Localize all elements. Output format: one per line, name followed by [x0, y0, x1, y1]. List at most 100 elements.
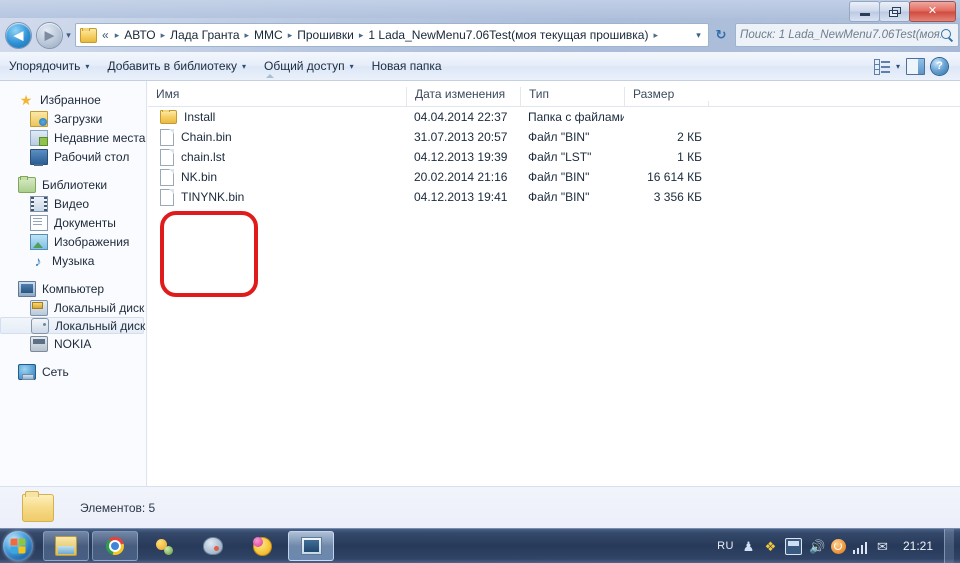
- key-icon[interactable]: ❖: [763, 539, 778, 554]
- view-dropdown-icon[interactable]: ▾: [896, 62, 900, 71]
- sidebar-item-nokia[interactable]: NOKIA: [0, 334, 146, 353]
- refresh-button[interactable]: ↻: [709, 27, 733, 43]
- taskbar-button-paint-app[interactable]: [190, 531, 236, 561]
- chevron-down-icon: ▾: [85, 61, 90, 71]
- file-date-cell: 20.02.2014 21:16: [414, 170, 508, 184]
- preview-pane-icon[interactable]: [906, 57, 925, 75]
- column-header-name[interactable]: Имя: [148, 74, 406, 106]
- sort-ascending-icon: [266, 74, 274, 78]
- sidebar-item-desktop[interactable]: Рабочий стол: [0, 147, 146, 166]
- clock[interactable]: 21:21: [903, 539, 933, 553]
- address-bar[interactable]: « ▸ АВТО ▸ Лада Гранта ▸ ММС ▸ Прошивки …: [75, 23, 709, 47]
- chevron-down-icon: ▾: [241, 61, 246, 71]
- view-mode-icon[interactable]: [873, 59, 890, 75]
- table-row[interactable]: NK.bin 20.02.2014 21:16 Файл "BIN" 16 61…: [148, 167, 960, 187]
- drive-icon: [31, 317, 49, 334]
- sidebar-label: Компьютер: [42, 281, 105, 296]
- new-folder-label: Новая папка: [371, 59, 442, 73]
- forward-button[interactable]: ▶: [37, 22, 62, 48]
- sidebar-item-documents[interactable]: Документы: [0, 213, 146, 232]
- search-box[interactable]: Поиск: 1 Lada_NewMenu7.06Test(моя...: [735, 23, 959, 47]
- desktop-icon: [30, 148, 48, 166]
- network-icon: [18, 363, 36, 380]
- sidebar-label: Локальный диск (D: [55, 318, 146, 333]
- start-button[interactable]: [3, 531, 33, 561]
- file-date-cell: 04.12.2013 19:39: [414, 150, 508, 164]
- sidebar-label: Избранное: [40, 92, 101, 107]
- breadcrumb-item-1[interactable]: АВТО: [123, 28, 156, 42]
- notification-bell-icon[interactable]: ♟: [741, 539, 756, 554]
- file-type-cell: Файл "BIN": [528, 130, 590, 144]
- sidebar-label: Изображения: [54, 234, 130, 249]
- breadcrumb: « ▸ АВТО ▸ Лада Гранта ▸ ММС ▸ Прошивки …: [76, 27, 689, 43]
- back-button[interactable]: ◀: [6, 22, 31, 48]
- file-name-cell[interactable]: chain.lst: [148, 148, 406, 166]
- breadcrumb-item-5[interactable]: 1 Lada_NewMenu7.06Test(моя текущая проши…: [367, 28, 649, 42]
- sidebar-label: Локальный диск (C: [54, 300, 146, 315]
- sidebar-item-music[interactable]: ♪ Музыка: [0, 251, 146, 270]
- column-header-size[interactable]: Размер: [624, 87, 708, 106]
- table-row[interactable]: TINYNK.bin 04.12.2013 19:41 Файл "BIN" 3…: [148, 187, 960, 207]
- sidebar-item-recent-places[interactable]: Недавние места: [0, 128, 146, 147]
- breadcrumb-separator-icon: ▸: [114, 29, 120, 40]
- pink-circle-icon: [252, 536, 272, 556]
- breadcrumb-trailing-caret-icon[interactable]: ▸: [649, 30, 662, 41]
- file-name: Chain.bin: [181, 130, 232, 144]
- envelope-icon[interactable]: ✉: [875, 539, 890, 554]
- address-dropdown-button[interactable]: ▾: [689, 30, 708, 41]
- sidebar-label: Сеть: [42, 364, 69, 379]
- favorites-group: ★ Избранное Загрузки Недавние места Рабо…: [0, 90, 146, 166]
- taskbar-button-orange-app[interactable]: [141, 531, 187, 561]
- speaker-icon[interactable]: 🔊: [809, 539, 825, 554]
- search-input[interactable]: Поиск: 1 Lada_NewMenu7.06Test(моя...: [740, 29, 941, 41]
- signal-bars-icon[interactable]: [852, 539, 868, 554]
- help-icon[interactable]: ?: [931, 57, 948, 75]
- taskbar-button-active-window[interactable]: [288, 531, 334, 561]
- sidebar-label: Библиотеки: [42, 177, 108, 192]
- file-name-cell[interactable]: Install: [148, 110, 406, 124]
- status-bar: Элементов: 5: [0, 486, 960, 529]
- breadcrumb-item-4[interactable]: Прошивки: [296, 28, 355, 42]
- column-header-date[interactable]: Дата изменения: [406, 87, 520, 106]
- title-bar[interactable]: ✕: [0, 0, 960, 22]
- network-group: Сеть: [0, 362, 146, 381]
- sidebar-item-local-disk-c[interactable]: Локальный диск (C: [0, 298, 146, 317]
- column-header-type[interactable]: Тип: [520, 87, 624, 106]
- sidebar-item-favorites[interactable]: ★ Избранное: [0, 90, 146, 109]
- organize-button[interactable]: Упорядочить ▾: [0, 55, 98, 77]
- file-name-cell[interactable]: NK.bin: [148, 168, 406, 186]
- language-indicator[interactable]: RU: [717, 540, 734, 552]
- breadcrumb-item-3[interactable]: ММС: [253, 28, 284, 42]
- sidebar-item-network[interactable]: Сеть: [0, 362, 146, 381]
- taskbar-button-chrome[interactable]: [92, 531, 138, 561]
- sidebar-label: Видео: [54, 196, 90, 211]
- folder-icon: [22, 491, 54, 522]
- breadcrumb-overflow[interactable]: «: [100, 28, 111, 42]
- sidebar-item-libraries[interactable]: Библиотеки: [0, 175, 146, 194]
- table-row[interactable]: Chain.bin 31.07.2013 20:57 Файл "BIN" 2 …: [148, 127, 960, 147]
- add-to-library-button[interactable]: Добавить в библиотеку ▾: [98, 55, 255, 77]
- sidebar-item-video[interactable]: Видео: [0, 194, 146, 213]
- table-row[interactable]: Install 04.04.2014 22:37 Папка с файлами: [148, 107, 960, 127]
- file-name-cell[interactable]: Chain.bin: [148, 128, 406, 146]
- taskbar-button-explorer[interactable]: [43, 531, 89, 561]
- column-header-spare[interactable]: [708, 101, 960, 106]
- recent-places-icon: [30, 129, 48, 146]
- taskbar-button-pink-circle-app[interactable]: [239, 531, 285, 561]
- history-dropdown-button[interactable]: ▾: [62, 30, 75, 41]
- breadcrumb-item-2[interactable]: Лада Гранта: [169, 28, 240, 42]
- video-icon: [30, 195, 48, 212]
- table-row[interactable]: chain.lst 04.12.2013 19:39 Файл "LST" 1 …: [148, 147, 960, 167]
- device-icon[interactable]: [784, 537, 802, 555]
- new-folder-button[interactable]: Новая папка: [363, 55, 451, 77]
- orange-status-icon[interactable]: [830, 538, 846, 554]
- sidebar-item-downloads[interactable]: Загрузки: [0, 109, 146, 128]
- file-size-cell: 2 КБ: [677, 130, 702, 144]
- sidebar-item-computer[interactable]: Компьютер: [0, 279, 146, 298]
- show-desktop-button[interactable]: [944, 529, 954, 563]
- file-name: TINYNK.bin: [181, 190, 245, 204]
- breadcrumb-separator-icon: ▸: [358, 29, 364, 40]
- sidebar-item-pictures[interactable]: Изображения: [0, 232, 146, 251]
- file-name-cell[interactable]: TINYNK.bin: [148, 188, 406, 206]
- sidebar-item-local-disk-d[interactable]: Локальный диск (D: [0, 317, 146, 334]
